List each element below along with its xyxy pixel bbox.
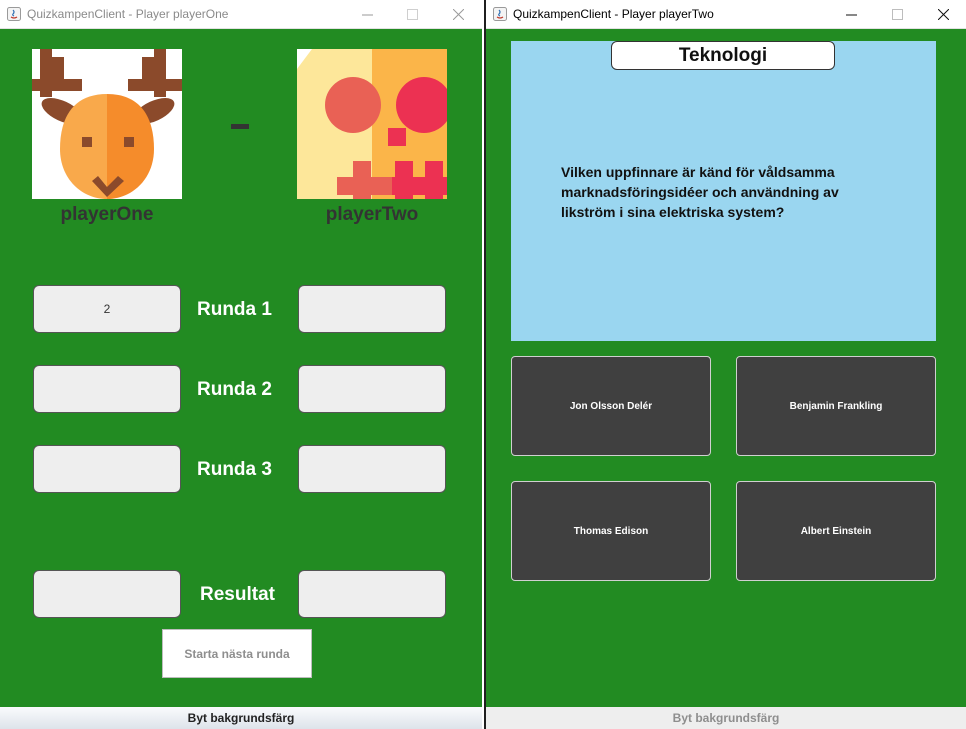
- player-two-window: QuizkampenClient - Player playerTwo Tekn…: [484, 0, 966, 729]
- start-next-round-button[interactable]: Starta nästa runda: [162, 629, 312, 678]
- minimize-button[interactable]: [828, 0, 874, 29]
- change-background-button[interactable]: Byt bakgrundsfärg: [486, 707, 966, 729]
- result-player-two-score: [298, 570, 446, 618]
- deer-icon: [32, 49, 182, 199]
- round-3-player-one-score: [33, 445, 181, 493]
- question-panel: Teknologi Vilken uppfinnare är känd för …: [511, 41, 936, 341]
- answer-button-3[interactable]: Thomas Edison: [511, 481, 711, 581]
- change-background-button[interactable]: Byt bakgrundsfärg: [0, 707, 482, 729]
- player-two-name: playerTwo: [325, 204, 419, 225]
- window-title: QuizkampenClient - Player playerOne: [27, 7, 229, 21]
- round-2-player-two-score: [298, 365, 446, 413]
- answer-button-2[interactable]: Benjamin Frankling: [736, 356, 936, 456]
- maximize-button[interactable]: [389, 0, 435, 29]
- round-3-label: Runda 3: [197, 459, 272, 480]
- answer-button-4[interactable]: Albert Einstein: [736, 481, 936, 581]
- skull-icon: [297, 49, 447, 199]
- minimize-icon: [845, 14, 857, 16]
- java-app-icon: [7, 7, 21, 21]
- question-text: Vilken uppfinnare är känd för våldsamma …: [561, 164, 839, 220]
- close-icon: [452, 9, 464, 20]
- window-title: QuizkampenClient - Player playerTwo: [513, 7, 714, 21]
- player-one-name: playerOne: [60, 204, 154, 225]
- round-2-player-one-score: [33, 365, 181, 413]
- title-bar[interactable]: QuizkampenClient - Player playerTwo: [486, 0, 966, 29]
- round-3-player-two-score: [298, 445, 446, 493]
- minimize-button[interactable]: [344, 0, 390, 29]
- title-bar[interactable]: QuizkampenClient - Player playerOne: [0, 0, 482, 29]
- maximize-icon: [406, 9, 418, 20]
- versus-separator: [231, 124, 249, 129]
- round-1-player-one-score: 2: [33, 285, 181, 333]
- result-player-one-score: [33, 570, 181, 618]
- round-1-label: Runda 1: [197, 299, 272, 320]
- player-one-window: QuizkampenClient - Player playerOne play…: [0, 0, 482, 729]
- player-one-avatar: [32, 49, 182, 199]
- category-label: Teknologi: [611, 41, 835, 70]
- player-two-avatar: [297, 49, 447, 199]
- result-label: Resultat: [200, 584, 275, 605]
- round-2-label: Runda 2: [197, 379, 272, 400]
- maximize-button[interactable]: [874, 0, 920, 29]
- maximize-icon: [891, 9, 903, 20]
- answer-button-1[interactable]: Jon Olsson Delér: [511, 356, 711, 456]
- java-app-icon: [493, 7, 507, 21]
- minimize-icon: [361, 14, 373, 16]
- close-icon: [937, 9, 949, 20]
- round-1-player-two-score: [298, 285, 446, 333]
- close-button[interactable]: [920, 0, 966, 29]
- close-button[interactable]: [435, 0, 481, 29]
